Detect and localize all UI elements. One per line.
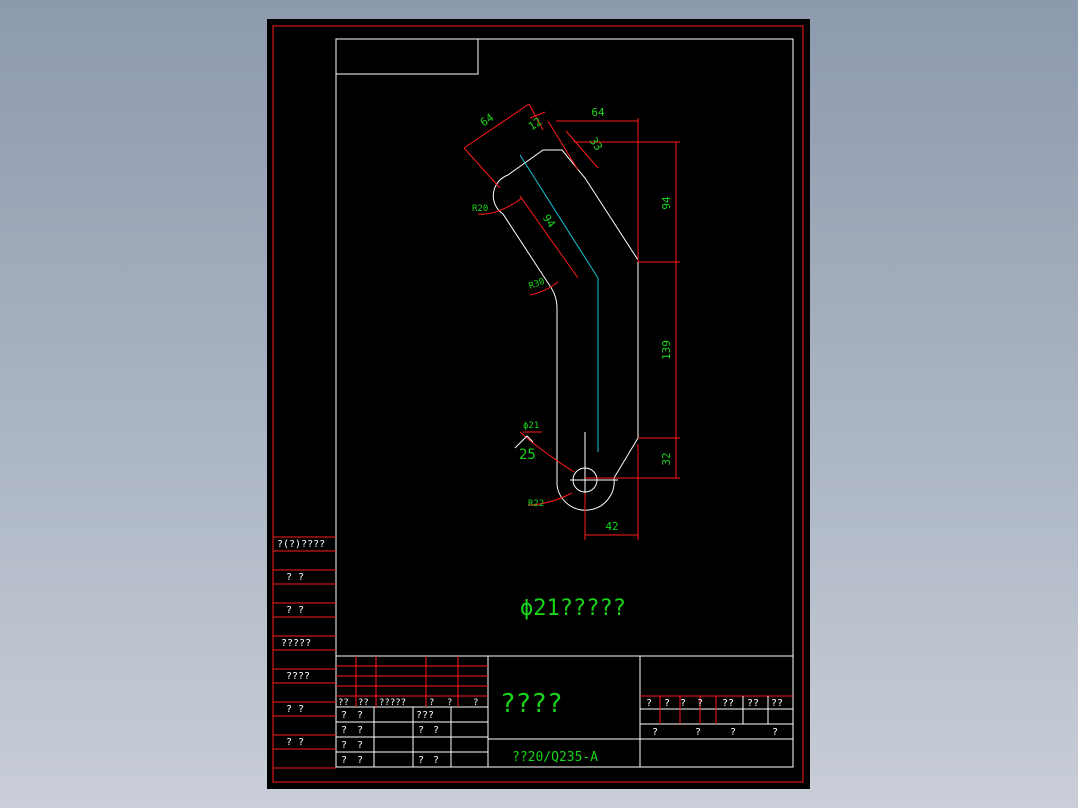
right-header-2: ?	[664, 698, 670, 709]
signoff-header-4: ?	[429, 698, 434, 708]
drawing-sheet	[267, 19, 810, 789]
signoff-r4-c3: ?	[418, 755, 424, 766]
right-header-5: ??	[722, 698, 734, 709]
signoff-r1-c2: ?	[357, 710, 363, 721]
signoff-r4-c4: ?	[433, 755, 439, 766]
side-label-7: ? ?	[286, 737, 304, 748]
right-row-c4: ?	[772, 727, 778, 738]
signoff-r3-c1: ?	[341, 740, 347, 751]
signoff-header-5: ?	[447, 698, 452, 708]
right-header-6: ??	[747, 698, 759, 709]
right-row-c1: ?	[652, 727, 658, 738]
cad-drawing: 64 12 33 64 94 94 139 32 42 R20 R30 R22 …	[267, 19, 810, 789]
signoff-header-3: ?????	[379, 698, 406, 708]
title-block-material: ??20/Q235-A	[512, 750, 598, 765]
right-header-3: ?	[680, 698, 686, 709]
signoff-r3-c2: ?	[357, 740, 363, 751]
signoff-header-6: ?	[473, 698, 478, 708]
signoff-r4-c1: ?	[341, 755, 347, 766]
dim-phi21: ϕ21	[523, 421, 539, 431]
signoff-r2-c2: ?	[357, 725, 363, 736]
side-label-5: ????	[286, 671, 310, 682]
title-block-title: ????	[500, 689, 563, 719]
signoff-header-1: ??	[338, 698, 349, 708]
signoff-r4-c2: ?	[357, 755, 363, 766]
right-header-7: ??	[771, 698, 783, 709]
right-row-c3: ?	[730, 727, 736, 738]
side-label-1: ?(?)????	[277, 539, 325, 550]
right-header-4: ?	[697, 698, 703, 709]
signoff-r2-c3: ?	[418, 725, 424, 736]
side-label-4: ?????	[281, 638, 311, 649]
right-row-c2: ?	[695, 727, 701, 738]
dim-139: 139	[660, 340, 673, 360]
signoff-r1-c1: ?	[341, 710, 347, 721]
side-label-2: ? ?	[286, 572, 304, 583]
drawing-note: ϕ21?????	[520, 596, 626, 621]
signoff-r2-c4: ?	[433, 725, 439, 736]
right-header-1: ?	[646, 698, 652, 709]
dim-32: 32	[660, 452, 673, 465]
side-label-6: ? ?	[286, 704, 304, 715]
dim-42: 42	[605, 520, 618, 533]
signoff-header-2: ??	[358, 698, 369, 708]
roughness-value: 25	[519, 447, 536, 463]
dim-64-top: 64	[591, 106, 605, 119]
dim-94-right: 94	[660, 196, 673, 210]
signoff-r2-c1: ?	[341, 725, 347, 736]
side-label-3: ? ?	[286, 605, 304, 616]
dim-r22: R22	[528, 499, 544, 509]
dim-r20: R20	[472, 204, 488, 214]
signoff-r1-c3: ???	[416, 710, 434, 721]
